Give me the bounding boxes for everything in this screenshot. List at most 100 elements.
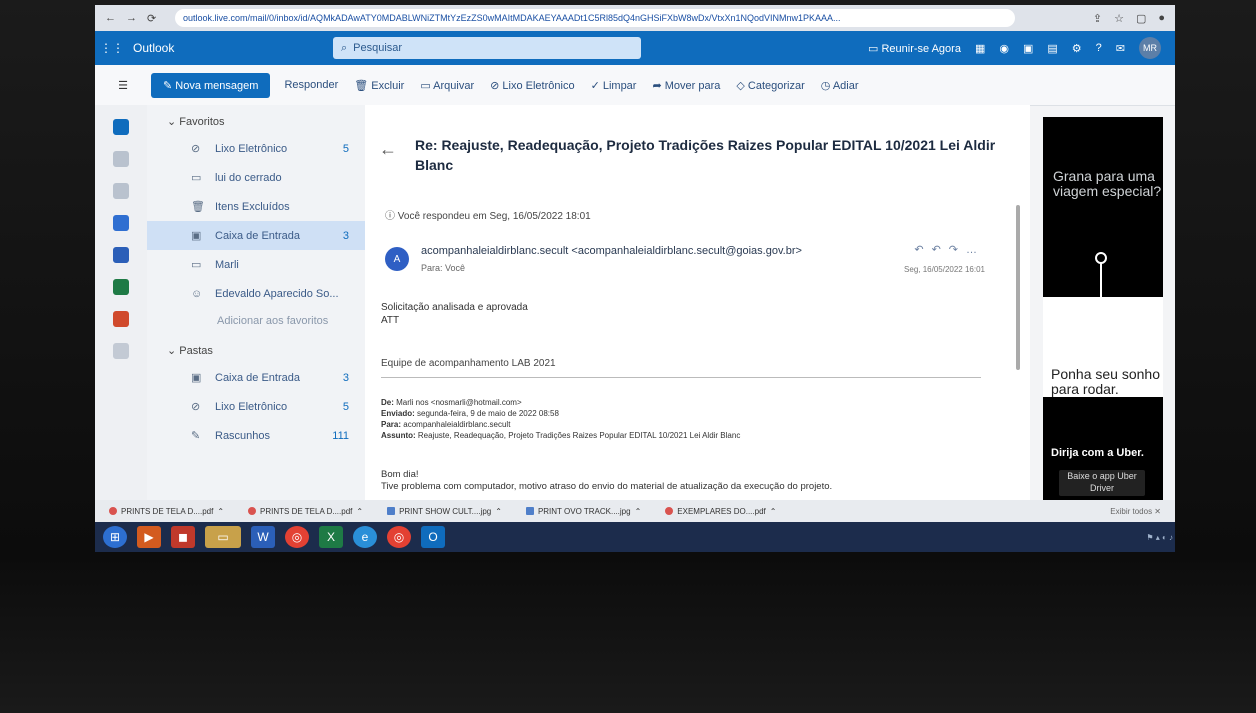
close-icon[interactable]: ✕: [1154, 507, 1161, 516]
file-explorer-icon[interactable]: ▭: [205, 526, 241, 548]
folder-drafts[interactable]: ✎ Rascunhos 111: [147, 421, 365, 450]
add-favorite-link[interactable]: Adicionar aos favoritos: [147, 308, 365, 334]
folder-junk[interactable]: ⊘ Lixo Eletrônico 5: [147, 134, 365, 163]
trash-icon: 🗑: [191, 201, 205, 213]
clock-icon: ◷: [820, 79, 833, 92]
teams-icon[interactable]: ▦: [975, 42, 985, 55]
folder-inbox[interactable]: ▣ Caixa de Entrada 3: [147, 221, 365, 250]
trash-icon: 🗑: [354, 79, 372, 92]
search-box[interactable]: ⌕ Pesquisar: [333, 37, 641, 59]
folders-header[interactable]: ⌄ Pastas: [147, 334, 365, 363]
people-icon[interactable]: [113, 183, 129, 199]
system-tray: ⚑ ▴ ◐ ♪: [1146, 532, 1173, 542]
download-item[interactable]: PRINT SHOW CULT....jpg ⌃: [387, 507, 502, 516]
address-bar[interactable]: outlook.live.com/mail/0/inbox/id/AQMkADA…: [175, 9, 1015, 27]
chrome-icon[interactable]: ◎: [285, 526, 309, 548]
sweep-button[interactable]: ✓ Limpar: [591, 79, 637, 92]
junk-icon: ⊘: [191, 401, 201, 413]
download-item[interactable]: EXEMPLARES DO....pdf ⌃: [665, 507, 776, 516]
mail-icon[interactable]: [113, 119, 129, 135]
compose-icon: ✎: [163, 79, 176, 92]
ad-tagline: Ponha seu sonho para rodar.: [1051, 366, 1160, 397]
ad-banner[interactable]: Grana para uma viagem especial? Ponha se…: [1043, 117, 1163, 500]
arrow-right-icon[interactable]: →: [126, 12, 137, 25]
ad-route-line: [1100, 257, 1102, 327]
megaphone-icon[interactable]: ✉: [1116, 42, 1125, 55]
start-icon[interactable]: ⊞: [103, 526, 127, 548]
app-launcher-icon[interactable]: ⋮⋮: [95, 41, 129, 55]
windows-taskbar: ⊞ ▶ ◼ ▭ W ◎ X e ◎ O ⚑ ▴ ◐ ♪: [95, 522, 1175, 552]
download-item[interactable]: PRINTS DE TELA D....pdf ⌃: [248, 507, 363, 516]
archive-button[interactable]: ▭ Arquivar: [420, 79, 474, 92]
snooze-button[interactable]: ◷ Adiar: [821, 79, 859, 92]
browser-actions: ⇪ ☆ ▢ ●: [1015, 12, 1175, 25]
reply-button[interactable]: Responder: [284, 79, 338, 91]
meet-now-button[interactable]: ▭ Reunir-se Agora: [868, 42, 961, 55]
hamburger-icon[interactable]: ☰: [95, 79, 151, 92]
delete-button[interactable]: 🗑 Excluir: [354, 79, 404, 92]
browser-toolbar: ← → ⟳ outlook.live.com/mail/0/inbox/id/A…: [95, 5, 1175, 31]
email-subject: Re: Reajuste, Readequação, Projeto Tradi…: [415, 137, 996, 173]
word-icon[interactable]: ▣: [1023, 42, 1033, 55]
office-icon[interactable]: ◼: [171, 526, 195, 548]
folder-deleted[interactable]: 🗑 Itens Excluídos: [147, 192, 365, 221]
quote-divider: [381, 377, 981, 378]
reload-icon[interactable]: ⟳: [147, 12, 156, 25]
chevron-up-icon: ⌃: [217, 506, 225, 516]
folder-inbox-2[interactable]: ▣ Caixa de Entrada 3: [147, 363, 365, 392]
forward-icon[interactable]: ↷: [949, 244, 966, 256]
apps-icon[interactable]: [113, 343, 129, 359]
excel-icon[interactable]: [113, 279, 129, 295]
share-icon[interactable]: ⇪: [1093, 12, 1102, 25]
todo-icon[interactable]: [113, 215, 129, 231]
browser-icon[interactable]: e: [353, 526, 377, 548]
ribbon: ☰ ✎ Nova mensagem Responder 🗑 Excluir ▭ …: [95, 65, 1175, 106]
office-icon[interactable]: [113, 311, 129, 327]
calendar-icon[interactable]: ▤: [1047, 42, 1057, 55]
new-message-button[interactable]: ✎ Nova mensagem: [151, 72, 271, 98]
chrome-icon-2[interactable]: ◎: [387, 526, 411, 548]
media-player-icon[interactable]: ▶: [137, 526, 161, 548]
block-icon: ⊘: [490, 79, 503, 92]
help-icon[interactable]: ?: [1096, 42, 1102, 54]
skype-icon[interactable]: ◉: [999, 42, 1009, 55]
folder-edevaldo[interactable]: ☺ Edevaldo Aparecido So...: [147, 279, 365, 308]
favorites-header[interactable]: ⌄ Favoritos: [147, 105, 365, 134]
sender-address[interactable]: acompanhaleialdirblanc.secult <acompanha…: [421, 245, 802, 257]
excel-icon[interactable]: X: [319, 526, 343, 548]
folder-marli[interactable]: ▭ Marli: [147, 250, 365, 279]
draft-icon: ✎: [191, 430, 201, 442]
search-icon: ⌕: [341, 41, 348, 54]
ad-cta-title: Dirija com a Uber.: [1051, 447, 1144, 459]
reply-all-icon[interactable]: ↶: [932, 244, 949, 256]
settings-icon[interactable]: ⚙: [1072, 42, 1082, 55]
avatar[interactable]: MR: [1139, 37, 1161, 59]
arrow-left-icon[interactable]: ←: [105, 12, 116, 25]
profile-icon[interactable]: ●: [1158, 12, 1165, 25]
folder-pane: ⌄ Favoritos ⊘ Lixo Eletrônico 5 ▭ lui do ce…: [147, 105, 365, 500]
ad-cta-button[interactable]: Baixe o app Uber Driver: [1059, 470, 1145, 496]
reply-icon[interactable]: ↶: [914, 244, 931, 256]
word-icon[interactable]: [113, 247, 129, 263]
star-icon[interactable]: ☆: [1114, 12, 1124, 25]
more-icon[interactable]: …: [966, 244, 985, 256]
pdf-file-icon: [248, 507, 257, 515]
sender-avatar[interactable]: A: [385, 247, 409, 271]
outlook-icon[interactable]: O: [421, 526, 445, 548]
categorize-button[interactable]: ◇ Categorizar: [736, 79, 804, 92]
back-arrow-icon[interactable]: ←: [379, 139, 397, 160]
recipient-line: Para: Você: [421, 263, 466, 273]
folder-lui-do-cerrado[interactable]: ▭ lui do cerrado: [147, 163, 365, 192]
email-signature: Equipe de acompanhamento LAB 2021: [381, 358, 556, 369]
outlook-header: ⋮⋮ Outlook ⌕ Pesquisar ▭ Reunir-se Agora…: [95, 31, 1175, 65]
move-to-button[interactable]: ➦ Mover para: [652, 79, 720, 92]
download-item[interactable]: PRINTS DE TELA D....pdf ⌃: [109, 507, 224, 516]
calendar-icon[interactable]: [113, 151, 129, 167]
word-icon[interactable]: W: [251, 526, 275, 548]
junk-button[interactable]: ⊘ Lixo Eletrônico: [490, 79, 574, 92]
window-icon[interactable]: ▢: [1136, 12, 1146, 25]
reading-scrollbar[interactable]: [1016, 205, 1020, 370]
folder-junk-2[interactable]: ⊘ Lixo Eletrônico 5: [147, 392, 365, 421]
download-item[interactable]: PRINT OVO TRACK....jpg ⌃: [525, 507, 641, 516]
show-all-downloads-link[interactable]: Exibir todos ✕: [1110, 507, 1161, 516]
